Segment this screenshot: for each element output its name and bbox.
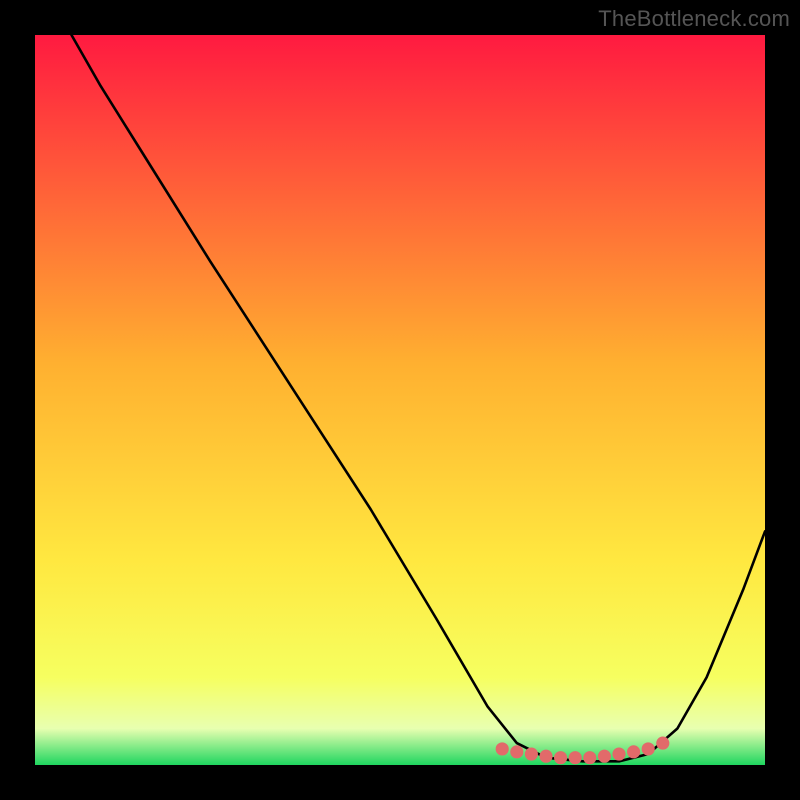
chart-dot bbox=[642, 742, 655, 755]
chart-dot bbox=[510, 745, 523, 758]
chart-dot bbox=[569, 751, 582, 764]
chart-dot bbox=[525, 747, 538, 760]
chart-dot bbox=[539, 750, 552, 763]
chart-dot bbox=[627, 745, 640, 758]
chart-dot bbox=[583, 751, 596, 764]
chart-background bbox=[35, 35, 765, 765]
chart-plot-area bbox=[35, 35, 765, 765]
chart-dot bbox=[496, 742, 509, 755]
watermark-text: TheBottleneck.com bbox=[598, 6, 790, 32]
chart-dot bbox=[612, 747, 625, 760]
chart-dot bbox=[656, 737, 669, 750]
chart-svg bbox=[35, 35, 765, 765]
chart-dot bbox=[554, 751, 567, 764]
chart-frame: TheBottleneck.com bbox=[0, 0, 800, 800]
chart-dot bbox=[598, 750, 611, 763]
